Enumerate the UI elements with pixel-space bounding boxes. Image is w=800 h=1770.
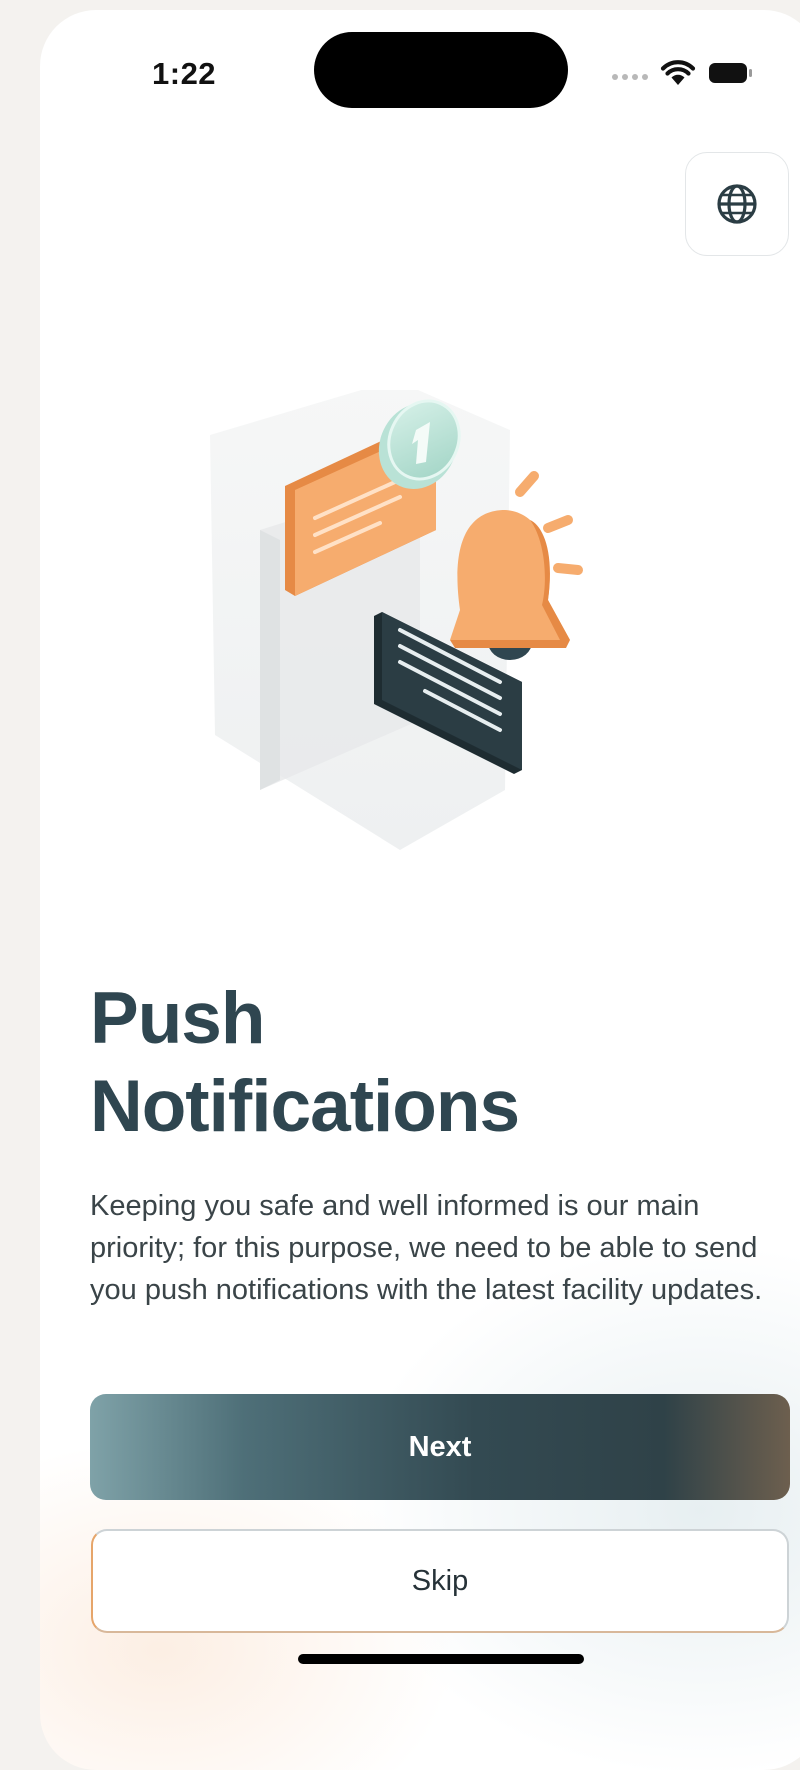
wifi-icon	[660, 60, 696, 85]
globe-icon	[717, 184, 757, 224]
language-button[interactable]	[685, 152, 789, 256]
phone-screen: 1:22 Push Notifications Keeping you safe…	[40, 10, 800, 1770]
next-button[interactable]: Next	[90, 1394, 790, 1500]
home-indicator	[298, 1654, 584, 1664]
title-line-2: Notifications	[90, 1066, 520, 1147]
status-time: 1:22	[152, 56, 217, 91]
signal-icon	[612, 74, 648, 80]
title-line-1: Push	[90, 978, 265, 1059]
page-title: Push Notifications	[90, 975, 730, 1151]
dynamic-island	[314, 32, 568, 108]
description-text: Keeping you safe and well informed is ou…	[90, 1190, 763, 1306]
notification-illustration	[210, 390, 583, 850]
skip-button[interactable]: Skip	[91, 1529, 789, 1633]
battery-icon	[709, 63, 752, 83]
